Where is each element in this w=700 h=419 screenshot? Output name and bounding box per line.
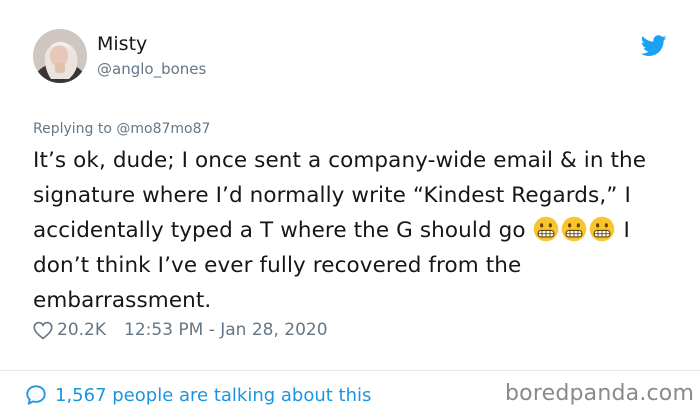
watermark: boredpanda.com [505, 381, 695, 406]
tweet-meta: 20.2K 12:53 PM - Jan 28, 2020 [33, 316, 328, 344]
avatar-image [33, 29, 87, 83]
grimacing-face-emoji [533, 216, 558, 242]
like-count[interactable]: 20.2K [57, 320, 106, 340]
heart-icon[interactable] [33, 321, 53, 340]
grimacing-face-emoji [561, 216, 586, 242]
timestamp[interactable]: 12:53 PM - Jan 28, 2020 [124, 320, 328, 340]
display-name[interactable]: Misty [97, 33, 147, 55]
avatar[interactable] [33, 29, 87, 83]
talking-about-text[interactable]: 1,567 people are talking about this [55, 385, 371, 406]
replying-to[interactable]: Replying to @mo87mo87 [33, 121, 210, 137]
tweet-text: It’s ok, dude; I once sent a company-wid… [33, 143, 673, 318]
talking-about-link[interactable]: 1,567 people are talking about this [25, 381, 371, 409]
twitter-bird-icon[interactable] [641, 35, 667, 57]
divider [0, 370, 700, 371]
speech-bubble-icon [26, 385, 46, 405]
grimacing-face-emoji [589, 216, 614, 242]
user-handle[interactable]: @anglo_bones [97, 60, 206, 78]
tweet-card: Misty @anglo_bones Replying to @mo87mo87… [0, 0, 700, 419]
